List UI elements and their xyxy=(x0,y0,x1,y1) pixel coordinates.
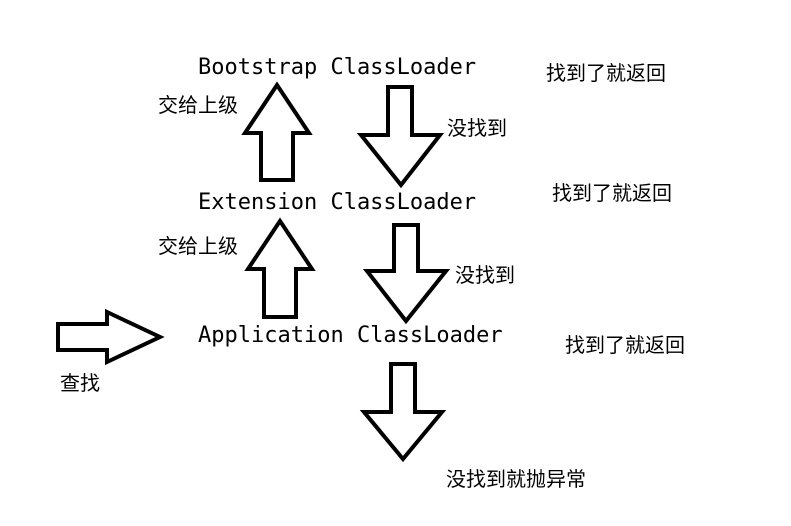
found-return-label-application: 找到了就返回 xyxy=(565,333,685,357)
delegate-up-label-1: 交给上级 xyxy=(158,93,238,117)
not-found-label-2: 没找到 xyxy=(455,263,515,287)
not-found-throw-label: 没找到就抛异常 xyxy=(446,467,586,491)
class-loader-delegation-diagram: Bootstrap ClassLoader Extension ClassLoa… xyxy=(56,55,685,491)
found-return-label-bootstrap: 找到了就返回 xyxy=(546,61,666,85)
lookup-label: 查找 xyxy=(60,371,100,395)
not-found-label-1: 没找到 xyxy=(447,116,507,140)
found-return-label-extension: 找到了就返回 xyxy=(552,181,672,205)
down-arrow-from-bootstrap xyxy=(356,85,445,189)
extension-classloader-label: Extension ClassLoader xyxy=(198,190,476,215)
up-arrow-to-extension xyxy=(244,217,316,319)
down-arrow-to-exception xyxy=(359,362,447,463)
bootstrap-classloader-label: Bootstrap ClassLoader xyxy=(198,55,476,80)
application-classloader-label: Application ClassLoader xyxy=(198,323,503,348)
right-arrow-lookup xyxy=(56,308,165,366)
delegate-up-label-2: 交给上级 xyxy=(158,234,238,258)
down-arrow-from-extension xyxy=(362,223,451,325)
up-arrow-to-bootstrap xyxy=(241,81,313,182)
